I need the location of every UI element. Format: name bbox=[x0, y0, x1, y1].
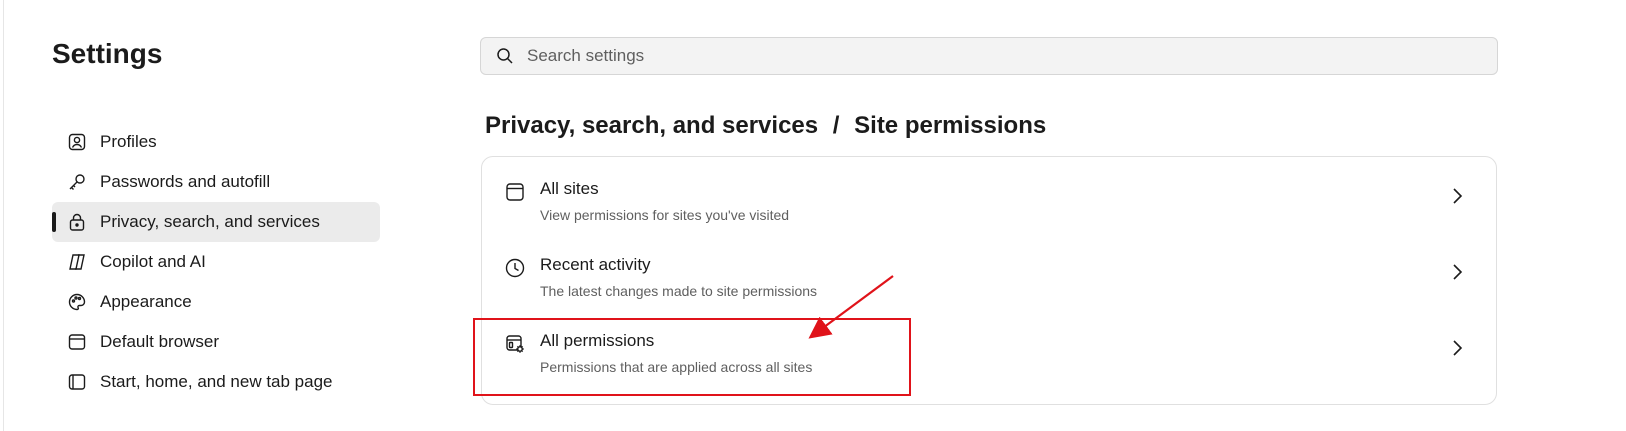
search-input[interactable] bbox=[525, 45, 1429, 67]
search-box[interactable] bbox=[480, 37, 1498, 75]
sidebar-item-copilot[interactable]: Copilot and AI bbox=[52, 242, 380, 282]
row-title: Recent activity bbox=[540, 255, 651, 274]
row-subtitle: View permissions for sites you've visite… bbox=[540, 207, 790, 223]
app-title: Settings bbox=[52, 38, 163, 69]
window-edge bbox=[3, 0, 4, 431]
chevron-right-icon bbox=[1450, 339, 1464, 357]
lock-icon bbox=[66, 211, 88, 233]
breadcrumb-separator: / bbox=[832, 112, 840, 139]
permission-row-recent-activity[interactable]: Recent activity The latest changes made … bbox=[482, 233, 1496, 309]
key-icon bbox=[66, 171, 88, 193]
annotation-highlight-box bbox=[473, 318, 911, 396]
sidebar-item-profiles[interactable]: Profiles bbox=[52, 122, 380, 162]
sidebar-item-start-home[interactable]: Start, home, and new tab page bbox=[52, 362, 380, 402]
window-icon bbox=[504, 181, 528, 205]
palette-icon bbox=[66, 291, 88, 313]
breadcrumb-parent[interactable]: Privacy, search, and services bbox=[485, 112, 818, 139]
row-title: All sites bbox=[540, 179, 599, 198]
page-icon bbox=[66, 371, 88, 393]
browser-icon bbox=[66, 331, 88, 353]
sidebar-item-label: Profiles bbox=[100, 132, 157, 151]
chevron-right-icon bbox=[1450, 187, 1464, 205]
sidebar-item-label: Copilot and AI bbox=[100, 252, 206, 271]
sidebar-item-label: Privacy, search, and services bbox=[100, 212, 320, 231]
breadcrumb: Privacy, search, and services / Site per… bbox=[485, 112, 1046, 140]
sidebar-nav: Profiles Passwords and autofill Privacy,… bbox=[52, 122, 380, 402]
copilot-icon bbox=[66, 251, 88, 273]
profile-icon bbox=[66, 131, 88, 153]
sidebar-item-label: Passwords and autofill bbox=[100, 172, 271, 191]
clock-icon bbox=[504, 257, 528, 281]
permission-row-all-sites[interactable]: All sites View permissions for sites you… bbox=[482, 157, 1496, 233]
sidebar-item-appearance[interactable]: Appearance bbox=[52, 282, 380, 322]
row-subtitle: The latest changes made to site permissi… bbox=[540, 283, 818, 299]
sidebar-item-label: Start, home, and new tab page bbox=[100, 372, 333, 391]
page-title: Site permissions bbox=[854, 112, 1047, 139]
sidebar-item-passwords[interactable]: Passwords and autofill bbox=[52, 162, 380, 202]
chevron-right-icon bbox=[1450, 263, 1464, 281]
search-icon bbox=[495, 46, 515, 66]
sidebar-item-label: Appearance bbox=[100, 292, 192, 311]
sidebar-item-privacy[interactable]: Privacy, search, and services bbox=[52, 202, 380, 242]
sidebar-item-label: Default browser bbox=[100, 332, 220, 351]
sidebar-item-default-browser[interactable]: Default browser bbox=[52, 322, 380, 362]
